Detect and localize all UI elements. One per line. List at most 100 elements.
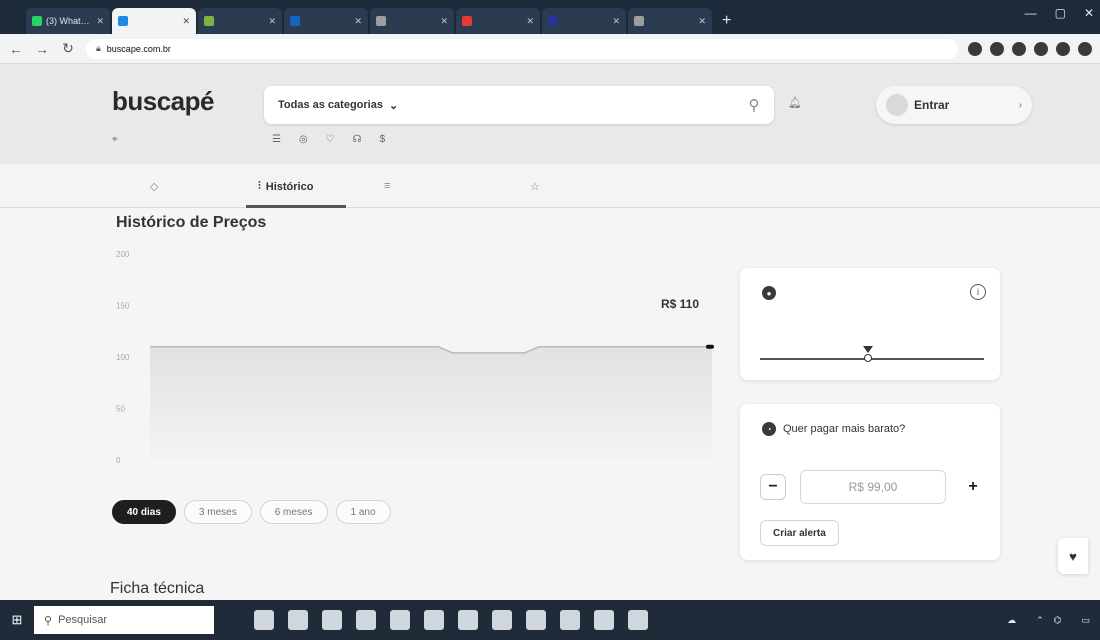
taskbar-app-icon[interactable] bbox=[492, 610, 512, 630]
notifications-icon[interactable]: ▭ bbox=[1081, 615, 1090, 626]
puzzle-icon[interactable] bbox=[1034, 41, 1048, 56]
category-select[interactable]: Todas as categorias ⌄ bbox=[264, 99, 412, 112]
taskbar-app-icon[interactable] bbox=[560, 610, 580, 630]
star-icon: ☆ bbox=[530, 181, 540, 193]
favorite-heart-icon[interactable]: ♥ bbox=[1058, 538, 1088, 574]
nav-item-5[interactable]: $ bbox=[380, 134, 390, 145]
login-title: Entrar bbox=[914, 98, 950, 112]
browser-tab-strip: (3) WhatsApp ✕ ✕ ✕ ✕ ✕ ✕ ✕ ✕ + — ▢ ✕ bbox=[0, 0, 1100, 34]
taskbar-app-icon[interactable] bbox=[526, 610, 546, 630]
site-favicon-icon bbox=[462, 16, 472, 26]
period-1-ano[interactable]: 1 ano bbox=[335, 500, 391, 524]
browser-tab[interactable]: ✕ bbox=[112, 8, 196, 34]
weather-icon: ☁︎ bbox=[1007, 614, 1017, 625]
increase-button[interactable]: + bbox=[960, 474, 986, 500]
target-price-input[interactable] bbox=[800, 470, 946, 504]
share-icon[interactable] bbox=[990, 41, 1004, 56]
bell-icon: 🔔︎ bbox=[788, 97, 802, 109]
period-40-dias[interactable]: 40 dias bbox=[112, 500, 176, 524]
browser-tab-label: (3) WhatsApp bbox=[46, 16, 92, 26]
nav-item-4[interactable]: ☊ bbox=[353, 134, 366, 145]
sidebar-icon[interactable] bbox=[1056, 41, 1070, 56]
browser-tab[interactable]: ✕ bbox=[284, 8, 368, 34]
close-tab-icon[interactable]: ✕ bbox=[440, 16, 448, 27]
search-icon[interactable]: ⚲ bbox=[734, 96, 774, 114]
taskbar-search[interactable]: ⚲ Pesquisar bbox=[34, 606, 214, 634]
taskbar-app-icon[interactable] bbox=[356, 610, 376, 630]
price-evaluation-header: ● bbox=[762, 286, 783, 300]
tab-specs[interactable]: ≡ bbox=[384, 180, 395, 192]
close-tab-icon[interactable]: ✕ bbox=[612, 16, 620, 27]
browser-tab[interactable]: (3) WhatsApp ✕ bbox=[26, 8, 110, 34]
decrease-button[interactable]: − bbox=[760, 474, 786, 500]
maximize-icon[interactable]: ▢ bbox=[1055, 6, 1066, 20]
nav-item-2[interactable]: ◎ bbox=[299, 134, 312, 145]
period-3-meses[interactable]: 3 meses bbox=[183, 500, 252, 524]
extension-icon[interactable] bbox=[968, 41, 982, 56]
period-selector: 40 dias 3 meses 6 meses 1 ano bbox=[112, 500, 391, 524]
minimize-icon[interactable]: — bbox=[1025, 6, 1037, 20]
tab-prices[interactable]: ◇ bbox=[150, 180, 163, 193]
taskbar-app-icon[interactable] bbox=[322, 610, 342, 630]
profile-icon[interactable] bbox=[1078, 41, 1092, 56]
browser-tab[interactable]: ✕ bbox=[198, 8, 282, 34]
close-tab-icon[interactable]: ✕ bbox=[268, 16, 276, 27]
site-logo[interactable]: buscapé bbox=[112, 86, 215, 117]
create-alert-button[interactable]: Criar alerta bbox=[760, 520, 839, 546]
tag-icon: ◇ bbox=[150, 181, 159, 193]
tab-history[interactable]: ⫶ Histórico bbox=[258, 180, 313, 193]
browser-tab[interactable]: ✕ bbox=[456, 8, 540, 34]
browser-tab[interactable]: ✕ bbox=[542, 8, 626, 34]
tips-icon: ♡ bbox=[325, 134, 335, 145]
taskbar-app-icon[interactable] bbox=[628, 610, 648, 630]
browser-tab[interactable]: ✕ bbox=[370, 8, 454, 34]
star-icon[interactable] bbox=[1012, 41, 1026, 56]
product-tabs: ◇ ⫶ Histórico ≡ ☆ bbox=[0, 164, 1100, 208]
login-button[interactable]: Entrar › bbox=[876, 86, 1032, 124]
close-icon[interactable]: ✕ bbox=[1084, 6, 1094, 20]
address-bar: ← → ↻ 🔒︎ buscape.com.br bbox=[0, 34, 1100, 64]
close-tab-icon[interactable]: ✕ bbox=[354, 16, 362, 27]
new-tab-button[interactable]: + bbox=[714, 12, 739, 34]
list-icon: ≡ bbox=[384, 180, 391, 192]
alerts-link[interactable]: 🔔︎ bbox=[788, 96, 808, 109]
reload-icon[interactable]: ↻ bbox=[60, 40, 76, 57]
price-history-title: Histórico de Preços bbox=[116, 214, 267, 231]
chevron-down-icon: ⌄ bbox=[388, 99, 399, 112]
taskbar-app-icon[interactable] bbox=[288, 610, 308, 630]
close-tab-icon[interactable]: ✕ bbox=[526, 16, 534, 27]
taskbar-app-icon[interactable] bbox=[254, 610, 274, 630]
taskbar-app-icon[interactable] bbox=[424, 610, 444, 630]
url-field[interactable]: 🔒︎ buscape.com.br bbox=[86, 38, 958, 59]
close-tab-icon[interactable]: ✕ bbox=[96, 16, 104, 27]
price-status-icon: ● bbox=[762, 286, 776, 300]
close-tab-icon[interactable]: ✕ bbox=[698, 16, 706, 27]
price-history-chart: 0 50 100 150 200 R$ 110 bbox=[116, 250, 714, 465]
location-pin-icon: ⌖ bbox=[112, 134, 118, 145]
network-icon[interactable]: ⌬ bbox=[1054, 615, 1062, 626]
current-price-marker bbox=[706, 344, 714, 349]
gauge-marker bbox=[862, 346, 873, 366]
nav-item-3[interactable]: ♡ bbox=[326, 134, 339, 145]
nav-item-categories[interactable]: ☰ bbox=[272, 134, 285, 145]
back-icon[interactable]: ← bbox=[8, 41, 24, 57]
close-tab-icon[interactable]: ✕ bbox=[182, 16, 190, 27]
tab-reviews[interactable]: ☆ bbox=[530, 180, 545, 193]
coupon-icon: ◎ bbox=[298, 134, 308, 145]
site-favicon-icon bbox=[548, 16, 558, 26]
cep-selector[interactable]: ⌖ bbox=[112, 134, 123, 145]
taskbar-app-icon[interactable] bbox=[594, 610, 614, 630]
windows-start-icon[interactable]: ⊞ bbox=[0, 600, 34, 640]
search-input[interactable] bbox=[412, 99, 734, 111]
forward-icon[interactable]: → bbox=[34, 41, 50, 57]
browser-tab[interactable]: ✕ bbox=[628, 8, 712, 34]
chevron-up-icon[interactable]: ⌃ bbox=[1036, 615, 1044, 626]
cashback-icon: $ bbox=[379, 134, 386, 145]
taskbar-app-icon[interactable] bbox=[458, 610, 478, 630]
period-6-meses[interactable]: 6 meses bbox=[259, 500, 328, 524]
taskbar-app-icon[interactable] bbox=[390, 610, 410, 630]
site-favicon-icon bbox=[634, 16, 644, 26]
price-area bbox=[150, 346, 712, 460]
price-alert-card: ◔ Quer pagar mais barato? − + Criar aler… bbox=[740, 404, 1000, 560]
info-icon[interactable]: i bbox=[970, 284, 986, 300]
